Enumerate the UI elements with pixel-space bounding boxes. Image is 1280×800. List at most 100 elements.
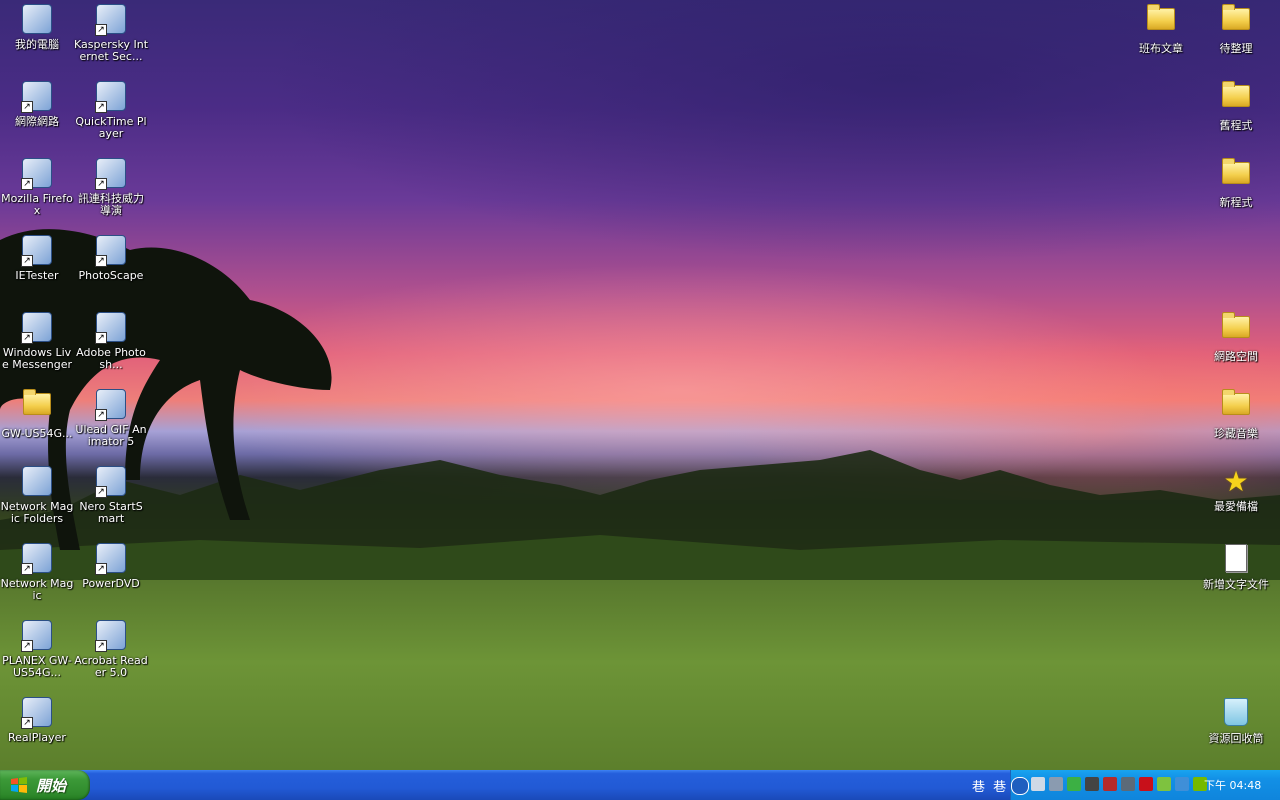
desktop-icon[interactable]: ↗ IETester bbox=[0, 233, 74, 282]
shortcut-arrow-icon: ↗ bbox=[95, 178, 107, 190]
desktop-icon[interactable]: ↗ Mozilla Firefox bbox=[0, 156, 74, 217]
shortcut-arrow-icon: ↗ bbox=[95, 486, 107, 498]
folder-icon bbox=[1220, 158, 1252, 194]
desktop-icon[interactable]: ↗ Network Magic bbox=[0, 541, 74, 602]
internet-explorer-icon: ↗ bbox=[21, 81, 53, 113]
desktop: 我的電腦 ↗ Kaspersky Internet Sec... ↗ 網際網路 ↗ Quic… bbox=[0, 0, 1280, 770]
windows-logo-icon bbox=[11, 777, 27, 793]
desktop-icon[interactable]: 新程式 bbox=[1199, 156, 1273, 209]
language-bar-item[interactable]: 巷 bbox=[993, 780, 1006, 795]
start-button[interactable]: 開始 bbox=[0, 770, 90, 800]
desktop-icon-label: Network Magic Folders bbox=[0, 500, 74, 525]
shortcut-arrow-icon: ↗ bbox=[95, 24, 107, 36]
desktop-icon-label: PowerDVD bbox=[82, 577, 140, 590]
ulead-gif-icon: ↗ bbox=[95, 389, 127, 421]
desktop-icon-label: 我的電腦 bbox=[15, 38, 59, 51]
shortcut-arrow-icon: ↗ bbox=[21, 640, 33, 652]
desktop-icon-label: 資源回收筒 bbox=[1208, 732, 1264, 745]
desktop-icon-label: 舊程式 bbox=[1219, 119, 1253, 132]
tray-expand-icon[interactable] bbox=[1011, 777, 1029, 795]
shortcut-arrow-icon: ↗ bbox=[95, 101, 107, 113]
desktop-icon[interactable]: ↗ Acrobat Reader 5.0 bbox=[74, 618, 148, 679]
language-bar[interactable]: 巷 巷 bbox=[972, 776, 1010, 795]
desktop-icon-label: 網路空間 bbox=[1214, 350, 1258, 363]
photoscape-icon: ↗ bbox=[95, 235, 127, 267]
folder-icon bbox=[1220, 4, 1252, 40]
desktop-icon-label: 珍藏音樂 bbox=[1214, 427, 1258, 440]
folder-icon bbox=[21, 389, 53, 425]
shortcut-arrow-icon: ↗ bbox=[95, 563, 107, 575]
desktop-icon[interactable]: ↗ Nero StartSmart bbox=[74, 464, 148, 525]
network-magic-tray-icon[interactable] bbox=[1157, 777, 1171, 791]
realplayer-icon: ↗ bbox=[21, 697, 53, 729]
firefox-icon: ↗ bbox=[21, 158, 53, 190]
desktop-icon[interactable]: ↗ Windows Live Messenger bbox=[0, 310, 74, 371]
desktop-icon-label: 新程式 bbox=[1219, 196, 1253, 209]
desktop-icon-label: Mozilla Firefox bbox=[1, 192, 73, 217]
folder-icon bbox=[1220, 312, 1252, 348]
desktop-icon[interactable]: ↗ Ulead GIF Animator 5 bbox=[74, 387, 148, 448]
desktop-icon[interactable]: ↗ Kaspersky Internet Sec... bbox=[74, 2, 148, 63]
shortcut-arrow-icon: ↗ bbox=[21, 332, 33, 344]
shortcut-arrow-icon: ↗ bbox=[95, 255, 107, 267]
network-monitor-icon[interactable] bbox=[1031, 777, 1045, 791]
network-disconnected-icon[interactable] bbox=[1103, 777, 1117, 791]
desktop-icon[interactable]: Network Magic Folders bbox=[0, 464, 74, 525]
desktop-icon[interactable]: 待整理 bbox=[1199, 2, 1273, 55]
desktop-icon-label: GW-US54G... bbox=[1, 427, 73, 440]
desktop-icon[interactable]: ↗ RealPlayer bbox=[0, 695, 74, 744]
desktop-icon[interactable]: ↗ Adobe Photosh... bbox=[74, 310, 148, 371]
messenger-icon: ↗ bbox=[21, 312, 53, 344]
quicktime-tray-icon[interactable] bbox=[1175, 777, 1189, 791]
wireless-icon[interactable] bbox=[1049, 777, 1063, 791]
my-computer-icon bbox=[21, 4, 53, 36]
desktop-icon[interactable]: ↗ PLANEX GW-US54G... bbox=[0, 618, 74, 679]
volume-icon[interactable] bbox=[1085, 777, 1099, 791]
folder-icon bbox=[1220, 81, 1252, 117]
desktop-icon[interactable]: GW-US54G... bbox=[0, 387, 74, 440]
nero-icon: ↗ bbox=[95, 466, 127, 498]
desktop-icon[interactable]: 網路空間 bbox=[1199, 310, 1273, 363]
star-icon: ★ bbox=[1223, 465, 1249, 498]
desktop-icon-label: QuickTime Player bbox=[75, 115, 147, 140]
desktop-icon-label: Network Magic bbox=[0, 577, 74, 602]
start-label: 開始 bbox=[36, 777, 67, 795]
taskbar: 開始 巷 巷 下午 04:48 bbox=[0, 770, 1280, 800]
shortcut-arrow-icon: ↗ bbox=[21, 717, 33, 729]
desktop-icon-label: Adobe Photosh... bbox=[76, 346, 146, 371]
quicktime-icon: ↗ bbox=[95, 81, 127, 113]
acrobat-icon: ↗ bbox=[95, 620, 127, 652]
network-magic-icon: ↗ bbox=[21, 543, 53, 575]
shortcut-arrow-icon: ↗ bbox=[21, 178, 33, 190]
clock[interactable]: 下午 04:48 bbox=[1204, 777, 1261, 793]
powerdvd-icon: ↗ bbox=[95, 543, 127, 575]
desktop-icon[interactable]: ↗ QuickTime Player bbox=[74, 79, 148, 140]
desktop-icon[interactable]: 珍藏音樂 bbox=[1199, 387, 1273, 440]
desktop-icon-label: Ulead GIF Animator 5 bbox=[75, 423, 147, 448]
planex-icon: ↗ bbox=[21, 620, 53, 652]
folder-icon bbox=[1220, 389, 1252, 425]
recycle-bin-icon bbox=[1220, 698, 1252, 730]
network-magic-folders-icon bbox=[21, 466, 53, 498]
desktop-icon[interactable]: 新增文字文件 bbox=[1199, 541, 1273, 591]
desktop-icon[interactable]: 資源回收筒 bbox=[1199, 695, 1273, 745]
desktop-icon[interactable]: ↗ PhotoScape bbox=[74, 233, 148, 282]
desktop-icon[interactable]: ↗ 訊連科技威力導演 bbox=[74, 156, 148, 217]
ietester-icon: ↗ bbox=[21, 235, 53, 267]
shortcut-arrow-icon: ↗ bbox=[95, 332, 107, 344]
kaspersky-tray-icon[interactable] bbox=[1139, 777, 1153, 791]
desktop-icon[interactable]: ↗ PowerDVD bbox=[74, 541, 148, 590]
shortcut-arrow-icon: ↗ bbox=[95, 640, 107, 652]
desktop-icon-label: 新增文字文件 bbox=[1203, 578, 1269, 591]
desktop-icon-label: 待整理 bbox=[1219, 42, 1253, 55]
language-bar-item[interactable]: 巷 bbox=[972, 780, 985, 795]
desktop-icon-label: Nero StartSmart bbox=[79, 500, 143, 525]
desktop-icon[interactable]: 班布文章 bbox=[1124, 2, 1198, 55]
desktop-icon[interactable]: 我的電腦 bbox=[0, 2, 74, 51]
desktop-icon[interactable]: 舊程式 bbox=[1199, 79, 1273, 132]
settings-icon[interactable] bbox=[1121, 777, 1135, 791]
desktop-icon[interactable]: ↗ 網際網路 bbox=[0, 79, 74, 128]
signal-icon[interactable] bbox=[1067, 777, 1081, 791]
desktop-icon[interactable]: ★ 最愛備檔 bbox=[1199, 464, 1273, 513]
desktop-icon-label: PLANEX GW-US54G... bbox=[2, 654, 72, 679]
